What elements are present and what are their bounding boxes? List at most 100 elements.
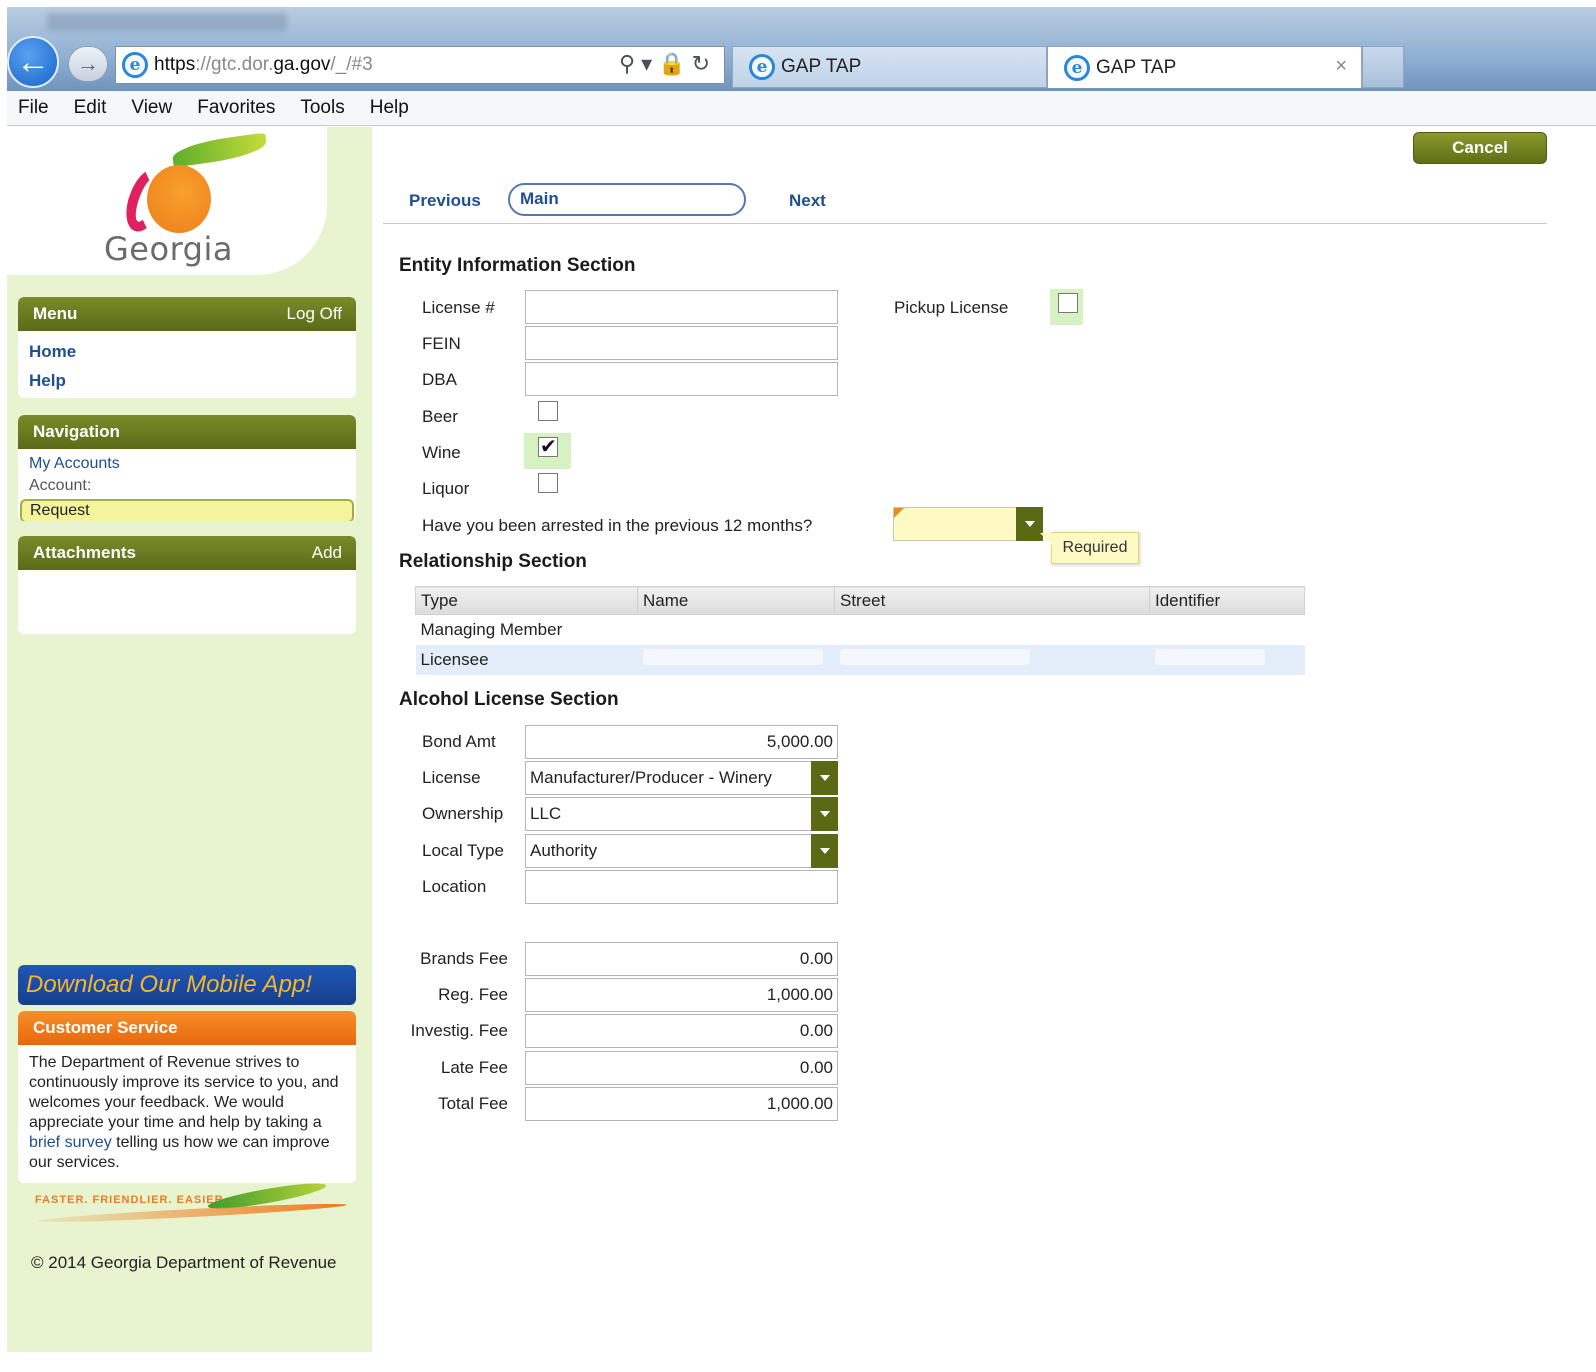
back-arrow-icon: ← — [16, 42, 50, 81]
table-row[interactable]: Managing Member — [416, 615, 1305, 645]
search-icon[interactable]: ⚲ — [619, 51, 641, 76]
reg-fee-label: Reg. Fee — [438, 985, 508, 1004]
wine-checkbox[interactable] — [538, 434, 558, 459]
log-off-link[interactable]: Log Off — [287, 304, 342, 324]
required-tooltip: Required — [1040, 532, 1139, 564]
local-type-value: Authority — [530, 841, 598, 860]
column-header-identifier[interactable]: Identifier — [1149, 586, 1305, 615]
customer-service-text: The Department of Revenue strives to con… — [18, 1045, 356, 1183]
fein-label: FEIN — [422, 334, 461, 353]
tab-title: GAP TAP — [781, 56, 862, 77]
alcohol-section-title: Alcohol License Section — [399, 689, 619, 710]
location-input[interactable] — [525, 870, 838, 904]
menu-favorites[interactable]: Favorites — [197, 97, 275, 119]
arrested-question: Have you been arrested in the previous 1… — [422, 516, 813, 535]
brief-survey-link[interactable]: brief survey — [29, 1134, 112, 1151]
cancel-button[interactable]: Cancel — [1413, 132, 1547, 164]
mobile-app-banner[interactable]: Download Our Mobile App! — [18, 965, 356, 1005]
cell-name-redacted — [637, 644, 835, 675]
license-number-label: License # — [422, 298, 495, 317]
navigation-panel: Navigation My Accounts Account: Request — [18, 415, 356, 521]
browser-tab-2[interactable]: e GAP TAP × — [1047, 46, 1362, 88]
leaf-icon — [170, 132, 269, 168]
beer-label: Beer — [422, 407, 458, 426]
menu-bar: File Edit View Favorites Tools Help — [7, 91, 1596, 126]
chevron-down-icon[interactable] — [1016, 507, 1043, 541]
column-header-type[interactable]: Type — [415, 586, 638, 615]
chevron-down-icon[interactable] — [811, 797, 838, 831]
local-type-label: Local Type — [422, 841, 504, 860]
menu-panel: Menu Log Off Home Help — [18, 297, 356, 398]
logo-text: Georgia — [104, 230, 233, 268]
cell-street-redacted — [835, 615, 1150, 645]
license-number-input[interactable] — [525, 290, 838, 324]
investig-fee-input[interactable]: 0.00 — [525, 1014, 838, 1048]
fein-input[interactable] — [525, 326, 838, 360]
home-link[interactable]: Home — [29, 337, 345, 366]
menu-panel-header: Menu Log Off — [18, 297, 356, 331]
chevron-down-icon[interactable] — [811, 834, 838, 868]
help-link[interactable]: Help — [29, 366, 345, 395]
new-tab-button[interactable] — [1362, 46, 1404, 88]
menu-edit[interactable]: Edit — [74, 97, 107, 119]
forward-button[interactable]: → — [68, 46, 108, 82]
lock-icon[interactable]: 🔒 — [658, 51, 691, 76]
address-bar[interactable]: e https://gtc.dor.ga.gov/_/#3 ⚲▾🔒↻ — [115, 46, 725, 84]
cell-identifier-redacted — [1150, 615, 1305, 645]
menu-file[interactable]: File — [18, 97, 49, 119]
attachments-panel-title: Attachments — [33, 543, 136, 562]
cell-type: Licensee — [415, 644, 638, 675]
beer-checkbox[interactable] — [538, 401, 558, 421]
customer-service-header: Customer Service — [18, 1011, 356, 1045]
next-link[interactable]: Next — [789, 191, 826, 211]
brands-fee-input[interactable]: 0.00 — [525, 942, 838, 976]
cell-type: Managing Member — [420, 619, 563, 639]
current-page-tab[interactable]: Main — [508, 183, 746, 216]
arrested-select[interactable] — [893, 507, 1043, 541]
local-type-select[interactable]: Authority — [525, 834, 838, 868]
request-nav-item[interactable]: Request — [20, 499, 354, 521]
url-path: /_/#3 — [330, 54, 373, 75]
url-text[interactable]: https://gtc.dor.ga.gov/_/#3 — [154, 54, 373, 76]
investig-fee-label: Investig. Fee — [410, 1021, 508, 1040]
pickup-license-checkbox[interactable] — [1058, 293, 1078, 313]
refresh-icon[interactable]: ↻ — [692, 51, 716, 76]
license-type-value: Manufacturer/Producer - Winery — [530, 768, 772, 787]
liquor-checkbox[interactable] — [538, 473, 558, 493]
back-button[interactable]: ← — [7, 36, 59, 88]
license-type-label: License — [422, 768, 481, 787]
total-fee-input[interactable]: 1,000.00 — [525, 1087, 838, 1121]
ownership-select[interactable]: LLC — [525, 797, 838, 831]
cell-street-redacted — [834, 644, 1150, 675]
attachments-panel: Attachments Add — [18, 536, 356, 634]
forward-arrow-icon: → — [77, 51, 99, 76]
url-domain: ga.gov — [273, 54, 331, 75]
entity-section-title: Entity Information Section — [399, 255, 636, 276]
my-accounts-link[interactable]: My Accounts — [29, 453, 345, 475]
close-icon[interactable]: × — [1335, 55, 1347, 78]
late-fee-input[interactable]: 0.00 — [525, 1051, 838, 1085]
menu-view[interactable]: View — [131, 97, 172, 119]
cell-name-redacted — [638, 615, 835, 645]
license-type-select[interactable]: Manufacturer/Producer - Winery — [525, 761, 838, 795]
add-attachment-link[interactable]: Add — [312, 543, 342, 563]
menu-tools[interactable]: Tools — [300, 97, 344, 119]
chevron-down-icon[interactable]: ▾ — [641, 51, 658, 76]
cell-identifier-redacted — [1149, 644, 1305, 675]
column-header-name[interactable]: Name — [637, 586, 835, 615]
previous-link[interactable]: Previous — [409, 191, 481, 211]
bond-amount-input[interactable]: 5,000.00 — [525, 725, 838, 759]
menu-help[interactable]: Help — [370, 97, 409, 119]
ie-icon: e — [749, 54, 775, 80]
table-row[interactable]: Licensee — [415, 644, 1305, 675]
relationship-table: Type Name Street Identifier Managing Mem… — [415, 586, 1305, 675]
reg-fee-input[interactable]: 1,000.00 — [525, 978, 838, 1012]
column-header-street[interactable]: Street — [834, 586, 1150, 615]
menu-panel-title: Menu — [33, 304, 78, 323]
dba-input[interactable] — [525, 362, 838, 396]
georgia-logo[interactable]: Georgia — [7, 127, 327, 275]
copyright: © 2014 Georgia Department of Revenue — [31, 1253, 337, 1272]
chevron-down-icon[interactable] — [811, 761, 838, 795]
browser-tab-1[interactable]: e GAP TAP — [732, 46, 1047, 88]
url-scheme: https — [154, 54, 196, 75]
